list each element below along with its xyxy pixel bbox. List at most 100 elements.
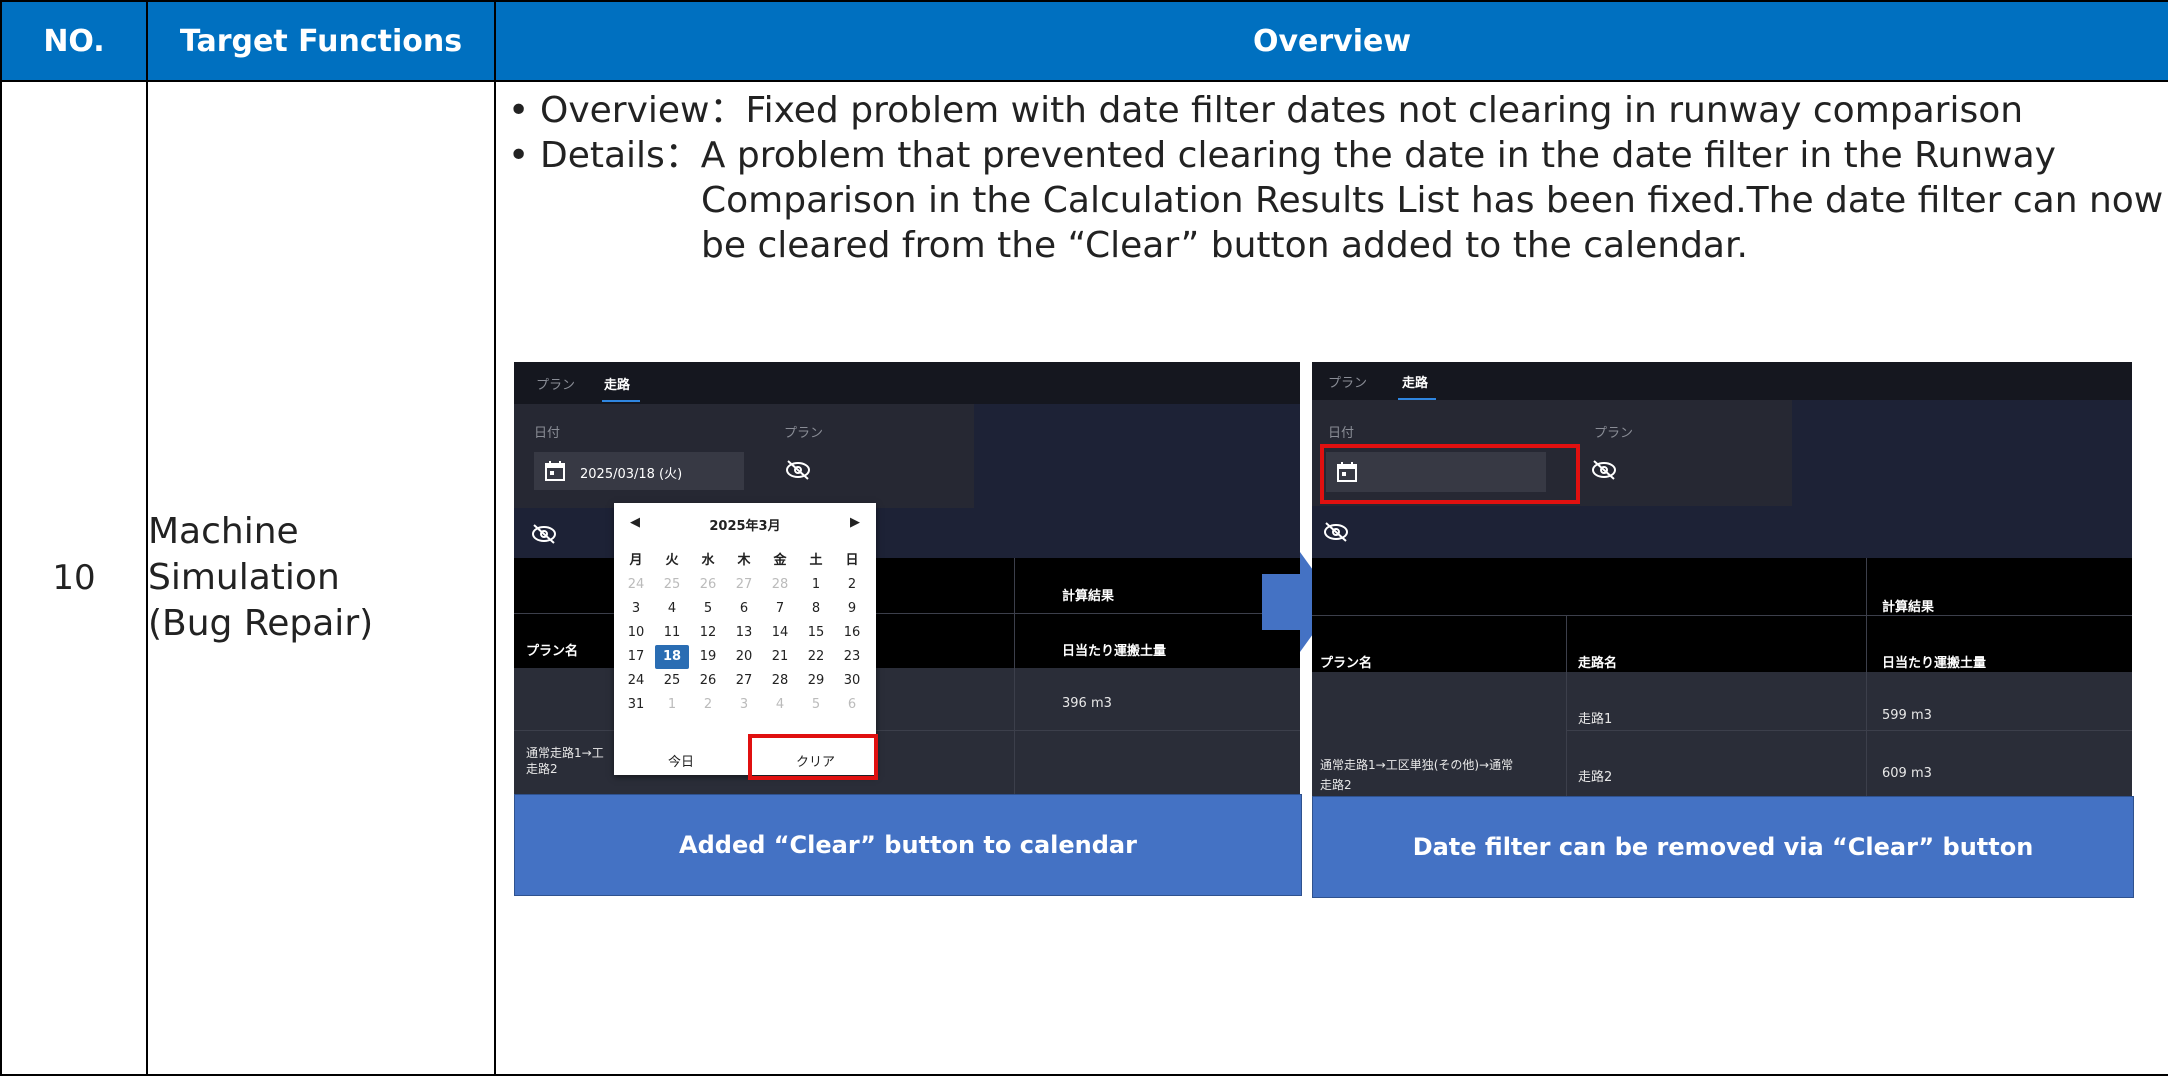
plan-label: プラン xyxy=(784,426,824,441)
plan-cell: 走路2 xyxy=(1320,778,1352,792)
calendar-day[interactable]: 5 xyxy=(799,693,833,717)
row-number: 10 xyxy=(0,80,148,1076)
calendar-day[interactable]: 22 xyxy=(799,645,833,669)
calendar-day[interactable]: 13 xyxy=(727,621,761,645)
volume-value: 609 m3 xyxy=(1882,766,1932,781)
date-input[interactable]: 2025/03/18 (火) xyxy=(534,452,744,490)
calendar-day[interactable]: 23 xyxy=(835,645,869,669)
calendar-day[interactable]: 30 xyxy=(835,669,869,693)
calendar-day[interactable]: 21 xyxy=(763,645,797,669)
highlight-box xyxy=(748,734,878,780)
tab-route[interactable]: 走路 xyxy=(604,374,630,393)
calendar-day[interactable]: 29 xyxy=(799,669,833,693)
data-rows xyxy=(1312,672,2132,796)
target-function-line: (Bug Repair) xyxy=(148,603,374,644)
calendar-day[interactable]: 19 xyxy=(691,645,725,669)
overview-text: • Overview：Fixed problem with date filter… xyxy=(508,88,2164,268)
calendar-day[interactable]: 12 xyxy=(691,621,725,645)
empty-band xyxy=(974,404,1300,508)
after-screenshot: プラン 走路 日付 プラン 計算結果 プラン名 走路名 日当たり運搬土量 走路1… xyxy=(1312,362,2132,796)
calendar-header: ◀ 2025年3月 ▶ xyxy=(614,503,876,541)
divider xyxy=(1566,672,1567,796)
calendar-day[interactable]: 16 xyxy=(835,621,869,645)
eye-off-icon[interactable] xyxy=(1590,458,1618,482)
calendar-day[interactable]: 1 xyxy=(799,573,833,597)
calendar-day[interactable]: 6 xyxy=(835,693,869,717)
toolbar-band xyxy=(1312,506,2132,558)
today-button[interactable]: 今日 xyxy=(668,751,694,770)
weekday-label: 水 xyxy=(701,553,715,568)
calendar-day[interactable]: 3 xyxy=(619,597,653,621)
calc-result-header: 計算結果 xyxy=(1882,600,1935,615)
plan-cell: 走路2 xyxy=(526,762,558,776)
calendar-day[interactable]: 28 xyxy=(763,669,797,693)
weekday-label: 木 xyxy=(737,553,751,568)
after-caption: Date filter can be removed via “Clear” b… xyxy=(1312,796,2134,898)
calendar-day[interactable]: 4 xyxy=(763,693,797,717)
overview-header: Overview xyxy=(494,0,2168,82)
calendar-day[interactable]: 17 xyxy=(619,645,653,669)
calendar-day[interactable]: 3 xyxy=(727,693,761,717)
calendar-day[interactable]: 6 xyxy=(727,597,761,621)
calendar-day[interactable]: 24 xyxy=(619,573,653,597)
calendar-day[interactable]: 27 xyxy=(727,669,761,693)
calendar-day[interactable]: 11 xyxy=(655,621,689,645)
calendar-day[interactable]: 1 xyxy=(655,693,689,717)
details-bullet: • Details：A problem that prevented cleari… xyxy=(508,135,2056,176)
calendar-day[interactable]: 4 xyxy=(655,597,689,621)
calendar-day[interactable]: 7 xyxy=(763,597,797,621)
before-screenshot: プラン 走路 日付 プラン 2025/03/18 (火) 計算結果 プラン名 日… xyxy=(514,362,1300,794)
calendar-day[interactable]: 27 xyxy=(727,573,761,597)
calendar-day[interactable]: 8 xyxy=(799,597,833,621)
calendar-day[interactable]: 26 xyxy=(691,669,725,693)
weekday-label: 日 xyxy=(845,553,859,568)
plan-label: プラン xyxy=(1594,426,1634,441)
calendar-day[interactable]: 2 xyxy=(691,693,725,717)
details-line: Details：A problem that prevented clearin… xyxy=(540,135,2056,176)
overview-summary: Overview：Fixed problem with date filter … xyxy=(540,90,2024,131)
weekday-label: 金 xyxy=(773,553,787,568)
calendar-day[interactable]: 9 xyxy=(835,597,869,621)
calendar-day[interactable]: 24 xyxy=(619,669,653,693)
eye-off-icon[interactable] xyxy=(1322,520,1350,544)
calendar-day[interactable]: 28 xyxy=(763,573,797,597)
calendar-day[interactable]: 26 xyxy=(691,573,725,597)
calendar-day[interactable]: 18 xyxy=(655,645,689,669)
tab-plan[interactable]: プラン xyxy=(536,374,575,393)
tab-plan[interactable]: プラン xyxy=(1328,372,1367,391)
tab-route[interactable]: 走路 xyxy=(1402,372,1428,391)
weekday-label: 土 xyxy=(809,553,823,568)
tab-underline xyxy=(602,400,640,402)
next-month-button[interactable]: ▶ xyxy=(850,515,860,530)
calendar-day[interactable]: 25 xyxy=(655,573,689,597)
before-caption: Added “Clear” button to calendar xyxy=(514,794,1302,896)
volume-value: 599 m3 xyxy=(1882,708,1932,723)
calendar-day[interactable]: 14 xyxy=(763,621,797,645)
header-row: NO. Target Functions Overview xyxy=(0,0,2168,82)
tab-bar xyxy=(514,362,1300,404)
eye-off-icon[interactable] xyxy=(530,522,558,546)
overview-bullet: • Overview：Fixed problem with date filter… xyxy=(508,90,2024,131)
eye-off-icon[interactable] xyxy=(784,458,812,482)
calendar-day[interactable]: 25 xyxy=(655,669,689,693)
target-functions-header: Target Functions xyxy=(146,0,496,82)
target-function-line: Machine xyxy=(148,511,299,552)
route-cell: 走路1 xyxy=(1578,712,1613,727)
calendar-day[interactable]: 15 xyxy=(799,621,833,645)
date-value: 2025/03/18 (火) xyxy=(580,467,683,482)
calendar-day[interactable]: 31 xyxy=(619,693,653,717)
calendar-day[interactable]: 2 xyxy=(835,573,869,597)
plan-cell: 通常走路1→工区単独(その他)→通常 xyxy=(1320,758,1514,772)
daily-volume-header: 日当たり運搬土量 xyxy=(1062,644,1167,659)
calendar-day[interactable]: 10 xyxy=(619,621,653,645)
divider xyxy=(1566,730,2132,731)
divider xyxy=(1866,672,1867,796)
calendar-day[interactable]: 20 xyxy=(727,645,761,669)
calendar-day[interactable]: 5 xyxy=(691,597,725,621)
route-name-header: 走路名 xyxy=(1578,656,1618,671)
weekday-label: 火 xyxy=(665,553,679,568)
details-line: be cleared from the “Clear” button added… xyxy=(701,225,1748,266)
daily-volume-header: 日当たり運搬土量 xyxy=(1882,656,1987,671)
calc-result-header: 計算結果 xyxy=(1062,589,1115,604)
details-line: Comparison in the Calculation Results Li… xyxy=(701,180,2164,221)
